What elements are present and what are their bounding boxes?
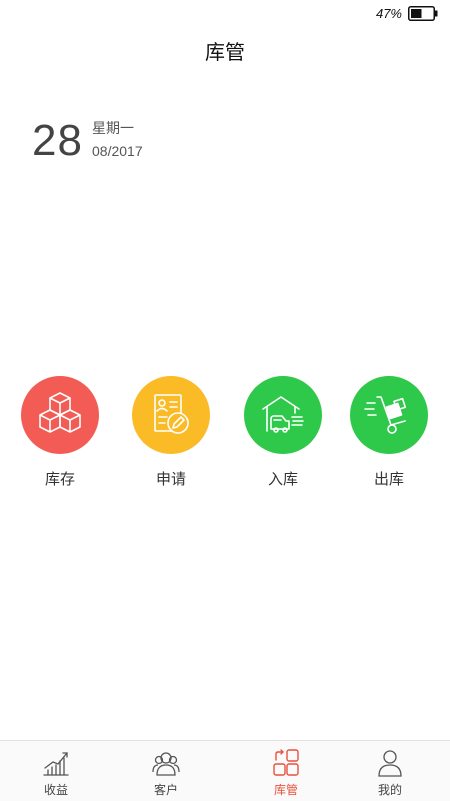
apply-circle[interactable] <box>132 376 210 454</box>
tab-warehouse-label: 库管 <box>273 783 298 797</box>
battery-icon <box>408 6 438 21</box>
apply-label: 申请 <box>155 470 186 488</box>
stock-in-button[interactable]: 入库 <box>238 376 328 496</box>
tab-warehouse[interactable]: 库管 <box>230 741 342 801</box>
page-title: 库管 <box>205 40 245 64</box>
battery-percentage: 47% <box>375 6 402 21</box>
tab-customers-label: 客户 <box>153 783 178 797</box>
inventory-circle[interactable] <box>21 376 99 454</box>
date-day: 28 <box>32 116 83 165</box>
tab-profile[interactable]: 我的 <box>334 741 446 801</box>
stock-out-button[interactable]: 出库 <box>344 376 434 496</box>
stock-out-label: 出库 <box>373 470 404 488</box>
tab-profile-label: 我的 <box>377 783 402 797</box>
hand-truck-icon <box>364 396 407 434</box>
date-weekday: 星期一 <box>92 121 134 137</box>
users-icon <box>152 752 180 776</box>
status-bar: 47% <box>0 0 450 28</box>
boxes-icon <box>39 392 81 433</box>
grid-swap-icon <box>273 749 299 776</box>
inventory-label: 库存 <box>44 470 75 488</box>
stock-out-circle[interactable] <box>350 376 428 454</box>
inventory-button[interactable]: 库存 <box>15 376 105 496</box>
form-edit-icon <box>154 394 189 434</box>
stock-in-circle[interactable] <box>244 376 322 454</box>
chart-trend-icon <box>43 752 69 776</box>
stock-in-label: 入库 <box>267 470 298 488</box>
user-icon <box>378 750 402 777</box>
tab-earnings[interactable]: 收益 <box>0 741 112 801</box>
header: 库管 <box>0 30 450 74</box>
bottom-tab-bar: 收益 客户 库管 我的 <box>0 740 450 801</box>
tab-earnings-label: 收益 <box>43 783 68 797</box>
warehouse-truck-icon <box>262 396 304 433</box>
apply-button[interactable]: 申请 <box>126 376 216 496</box>
tab-customers[interactable]: 客户 <box>110 741 222 801</box>
date-month-year: 08/2017 <box>92 143 143 159</box>
